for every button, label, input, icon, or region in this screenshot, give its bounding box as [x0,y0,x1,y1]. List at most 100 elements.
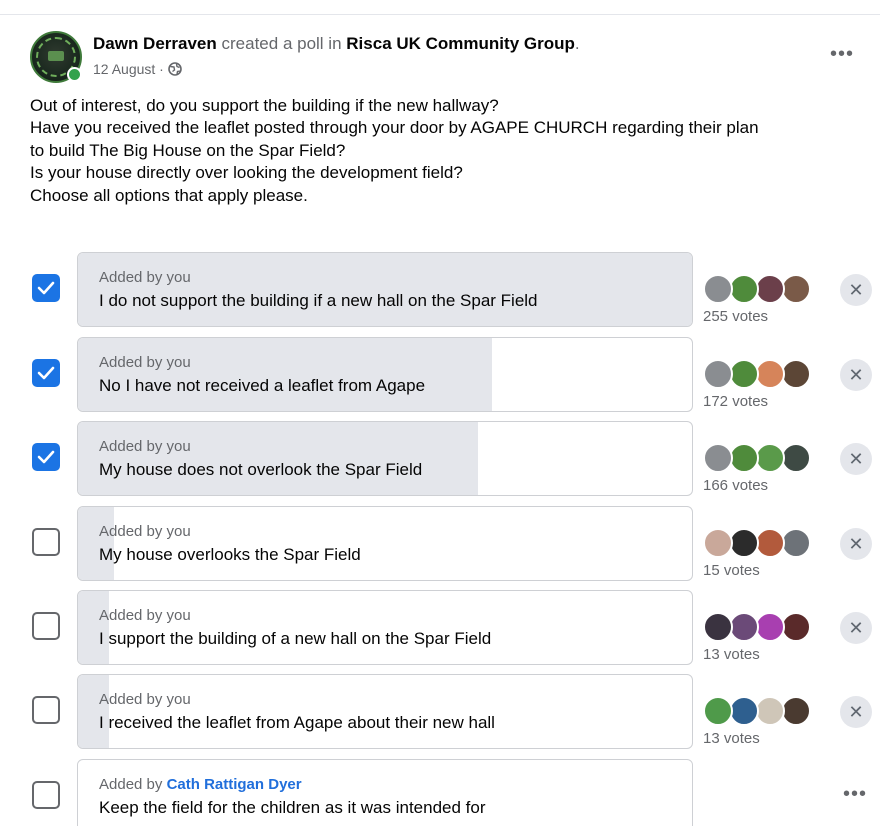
voter-avatars[interactable] [703,359,823,389]
remove-option-button[interactable]: ✕ [840,274,872,306]
added-by-text: Added by you [99,269,191,286]
voter-avatar [781,528,811,558]
voter-avatar [781,443,811,473]
checkbox-unchecked[interactable] [32,612,60,640]
voter-avatar [703,528,733,558]
vote-share-bar [78,422,478,495]
added-by-prefix: Added by you [99,354,191,371]
added-by-text: Added by Cath Rattigan Dyer [99,776,302,793]
poll-option-box[interactable]: Added by you I do not support the buildin… [77,252,693,327]
voter-avatar [729,359,759,389]
poll-option-box[interactable]: Added by you I support the building of a … [77,590,693,665]
vote-count[interactable]: 172 votes [703,393,768,410]
poll-option-box[interactable]: Added by you No I have not received a lea… [77,337,693,412]
voter-avatars[interactable] [703,274,823,304]
voter-avatar [755,612,785,642]
added-by-text: Added by you [99,523,191,540]
remove-option-button[interactable]: ✕ [840,359,872,391]
post-header: Dawn Derraven created a poll in Risca UK… [93,34,580,54]
post-options-button[interactable]: ••• [830,44,854,64]
voter-avatar [729,274,759,304]
poll-option-box[interactable]: Added by you I received the leaflet from … [77,674,693,749]
poll-option-label: My house overlooks the Spar Field [99,545,361,564]
voter-avatar [729,528,759,558]
added-by-name-link[interactable]: Cath Rattigan Dyer [167,776,302,793]
checkbox-unchecked[interactable] [32,696,60,724]
remove-option-button[interactable]: ✕ [840,612,872,644]
voter-avatar [703,274,733,304]
voter-avatars[interactable] [703,528,823,558]
voter-avatar [729,696,759,726]
voter-avatar [781,612,811,642]
vote-count[interactable]: 166 votes [703,477,768,494]
poll-option: Added by you No I have not received a lea… [0,337,880,412]
added-by-text: Added by you [99,691,191,708]
poll-option-label: Keep the field for the children as it wa… [99,798,486,817]
poll-option: Added by you My house overlooks the Spar … [0,506,880,581]
poll-option: Added by you I support the building of a … [0,590,880,665]
poll-option-label: My house does not overlook the Spar Fiel… [99,460,423,479]
poll-option-box[interactable]: Added by you My house does not overlook t… [77,421,693,496]
globe-icon [168,62,182,76]
voter-avatars[interactable] [703,443,823,473]
checkbox-checked[interactable] [32,443,60,471]
checkbox-unchecked[interactable] [32,528,60,556]
action-text: created a poll in [221,34,342,53]
remove-option-button[interactable]: ✕ [840,443,872,475]
poll-option-box[interactable]: Added by Cath Rattigan Dyer Keep the fiel… [77,759,693,826]
avatar-emblem [48,51,64,61]
poll-option: Added by you I received the leaflet from … [0,674,880,749]
voter-avatars[interactable] [703,696,823,726]
checkbox-checked[interactable] [32,274,60,302]
vote-share-bar [78,591,110,664]
author-name-link[interactable]: Dawn Derraven [93,34,217,53]
poll-option-label: I received the leaflet from Agape about … [99,713,495,732]
checkbox-checked[interactable] [32,359,60,387]
added-by-prefix: Added by [99,776,167,793]
checkbox-unchecked[interactable] [32,781,60,809]
added-by-text: Added by you [99,438,191,455]
vote-share-bar [78,253,692,326]
voter-avatar [703,443,733,473]
checkmark-icon [37,366,55,380]
added-by-prefix: Added by you [99,691,191,708]
post-body: Out of interest, do you support the buil… [30,95,870,207]
voter-avatar [703,696,733,726]
poll-option: Added by Cath Rattigan Dyer Keep the fiel… [0,759,880,826]
voter-avatar [755,359,785,389]
voter-avatars[interactable] [703,612,823,642]
voter-avatar [755,696,785,726]
poll-option-label: I do not support the building if a new h… [99,291,538,310]
voter-avatar [755,443,785,473]
post-body-line: Is your house directly over looking the … [30,163,463,183]
online-status-dot [67,67,82,82]
checkmark-icon [37,450,55,464]
post-body-line: Have you received the leaflet posted thr… [30,118,759,138]
vote-count[interactable]: 255 votes [703,308,768,325]
poll-option-label: I support the building of a new hall on … [99,629,492,648]
poll-option-box[interactable]: Added by you My house overlooks the Spar … [77,506,693,581]
voter-avatar [729,612,759,642]
voter-avatar [703,612,733,642]
added-by-prefix: Added by you [99,269,191,286]
vote-share-bar [78,675,110,748]
vote-count[interactable]: 13 votes [703,646,760,663]
remove-option-button[interactable]: ✕ [840,528,872,560]
group-name-link[interactable]: Risca UK Community Group [346,34,575,53]
option-more-button[interactable]: ••• [843,783,867,806]
voter-avatar [755,528,785,558]
post-body-line: Out of interest, do you support the buil… [30,96,499,115]
post-body-line: Choose all options that apply please. [30,185,308,205]
added-by-prefix: Added by you [99,438,191,455]
post-meta: 12 August · [93,61,182,77]
poll-option-label: No I have not received a leaflet from Ag… [99,376,426,395]
voter-avatar [781,359,811,389]
remove-option-button[interactable]: ✕ [840,696,872,728]
vote-count[interactable]: 13 votes [703,730,760,747]
post-date-link[interactable]: 12 August · [93,61,164,77]
header-period: . [574,34,580,53]
poll-option: Added by you My house does not overlook t… [0,421,880,496]
vote-count[interactable]: 15 votes [703,562,760,579]
added-by-text: Added by you [99,354,191,371]
added-by-prefix: Added by you [99,607,191,624]
